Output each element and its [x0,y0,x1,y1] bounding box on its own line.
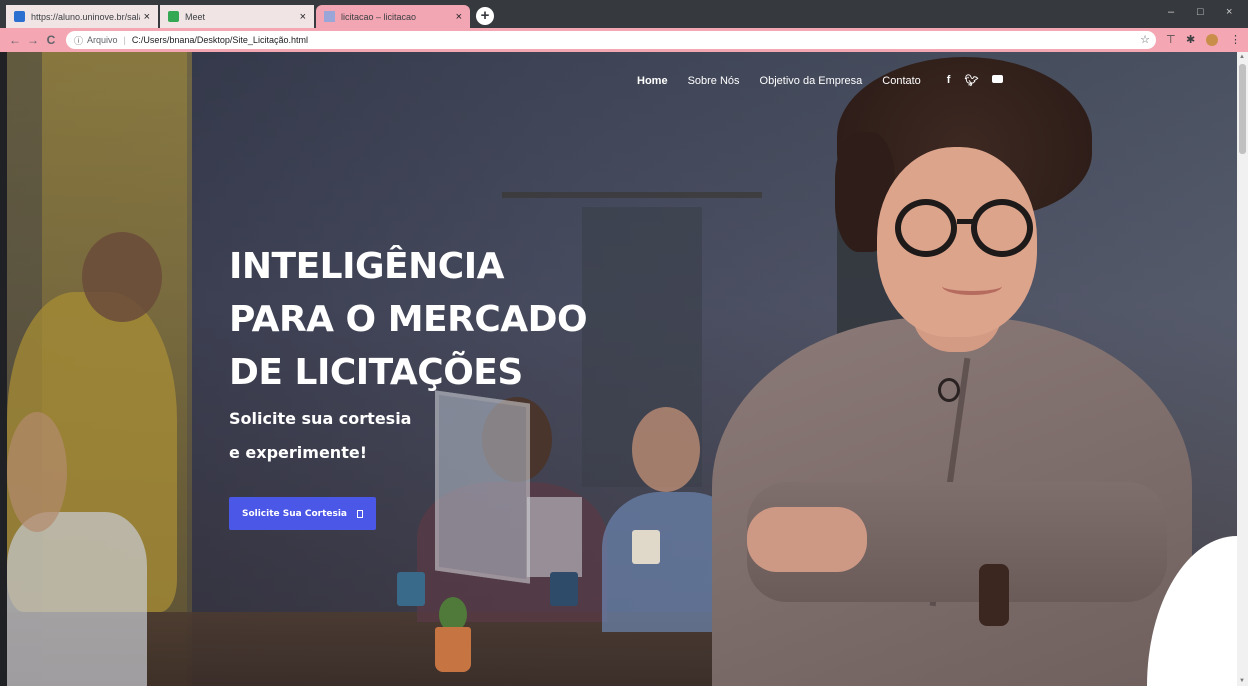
maximize-button[interactable]: □ [1197,6,1204,18]
scroll-up-icon[interactable]: ▲ [1239,54,1245,60]
woman-glasses-lens [895,199,957,257]
tab-title: Meet [185,11,206,22]
woman-glasses-bridge [957,219,975,224]
page-favicon-icon [324,11,335,22]
extension-filter-icon[interactable]: ⊤ [1166,33,1176,46]
bg-mug [632,530,660,564]
bg-plant-pot [435,627,471,672]
scroll-down-icon[interactable]: ▼ [1239,678,1245,684]
sub-line: Solicite sua cortesia [229,409,412,428]
bookmark-star-icon[interactable]: ☆ [1140,33,1150,46]
extensions-puzzle-icon[interactable]: ✱ [1186,33,1195,46]
nav-home[interactable]: Home [637,75,668,87]
bg-monitor [435,390,530,584]
bg-person-head [82,232,162,322]
bg-mug [550,572,578,606]
address-bar[interactable]: ⓘ Arquivo | C:/Users/bnana/Desktop/Site_… [66,31,1156,49]
bg-person-body [7,512,147,686]
cta-arrow-icon [357,509,364,518]
bg-person-head [632,407,700,492]
forward-button[interactable]: → [24,33,42,47]
cta-label: Solicite Sua Cortesia [241,508,348,519]
scheme-label: Arquivo [87,35,118,45]
site-nav: Home Sobre Nós Objetivo da Empresa Conta… [637,74,1031,87]
back-button[interactable]: ← [6,33,24,47]
browser-toolbar: ← → C ⓘ Arquivo | C:/Users/bnana/Desktop… [0,28,1248,52]
reload-button[interactable]: C [42,33,60,47]
bg-laptop [527,497,582,577]
nav-contato[interactable]: Contato [882,75,921,87]
info-icon[interactable]: ⓘ [74,34,83,47]
request-courtesy-button[interactable]: Solicite Sua Cortesia [229,497,376,530]
page-scrollbar[interactable]: ▲ ▼ [1237,52,1248,686]
bg-mug [397,572,425,606]
nav-objetivo[interactable]: Objetivo da Empresa [760,75,863,87]
tab-aluno[interactable]: https://aluno.uninove.br/sala_on × [6,5,158,28]
hero-headline: INTELIGÊNCIA PARA O MERCADO DE LICITAÇÕE… [229,240,588,399]
woman-smile [942,277,1002,295]
woman-hand [747,507,867,572]
tab-licitacao[interactable]: licitacao – licitacao × [316,5,470,28]
nav-sobre-nos[interactable]: Sobre Nós [688,75,740,87]
tab-close-icon[interactable]: × [456,11,462,23]
tab-title: https://aluno.uninove.br/sala_on [31,11,140,22]
uninove-favicon-icon [14,11,25,22]
youtube-icon[interactable] [992,74,1017,87]
hero-bg-shelf [502,192,762,198]
headline-line: DE LICITAÇÕES [229,352,523,393]
url-text: C:/Users/bnana/Desktop/Site_Licitação.ht… [131,35,308,45]
social-links: f 🐦︎ [947,74,1032,87]
hero-subheadline: Solicite sua cortesia e experimente! [229,402,411,470]
woman-bracelet [979,564,1009,626]
address-separator: | [123,35,126,45]
twitter-icon[interactable]: 🐦︎ [964,74,978,87]
tab-close-icon[interactable]: × [144,11,150,23]
tab-title: licitacao – licitacao [341,11,417,22]
page-viewport: Home Sobre Nós Objetivo da Empresa Conta… [7,52,1237,686]
bg-person-head [7,412,67,532]
menu-kebab-icon[interactable]: ⋮ [1230,33,1241,46]
new-tab-button[interactable]: + [476,7,494,25]
tab-meet[interactable]: Meet × [160,5,314,28]
close-window-button[interactable]: × [1226,6,1232,18]
meet-favicon-icon [168,11,179,22]
woman-glasses-lens [971,199,1033,257]
woman-zipper-ring [938,378,960,402]
headline-line: INTELIGÊNCIA [229,246,504,287]
facebook-icon[interactable]: f [947,74,951,87]
headline-line: PARA O MERCADO [229,299,588,340]
browser-tab-strip: https://aluno.uninove.br/sala_on × Meet … [0,0,1248,28]
tab-close-icon[interactable]: × [300,11,306,23]
scrollbar-thumb[interactable] [1239,64,1246,154]
sub-line: e experimente! [229,443,367,462]
minimize-button[interactable]: – [1168,6,1174,18]
profile-avatar-icon[interactable] [1206,34,1218,46]
